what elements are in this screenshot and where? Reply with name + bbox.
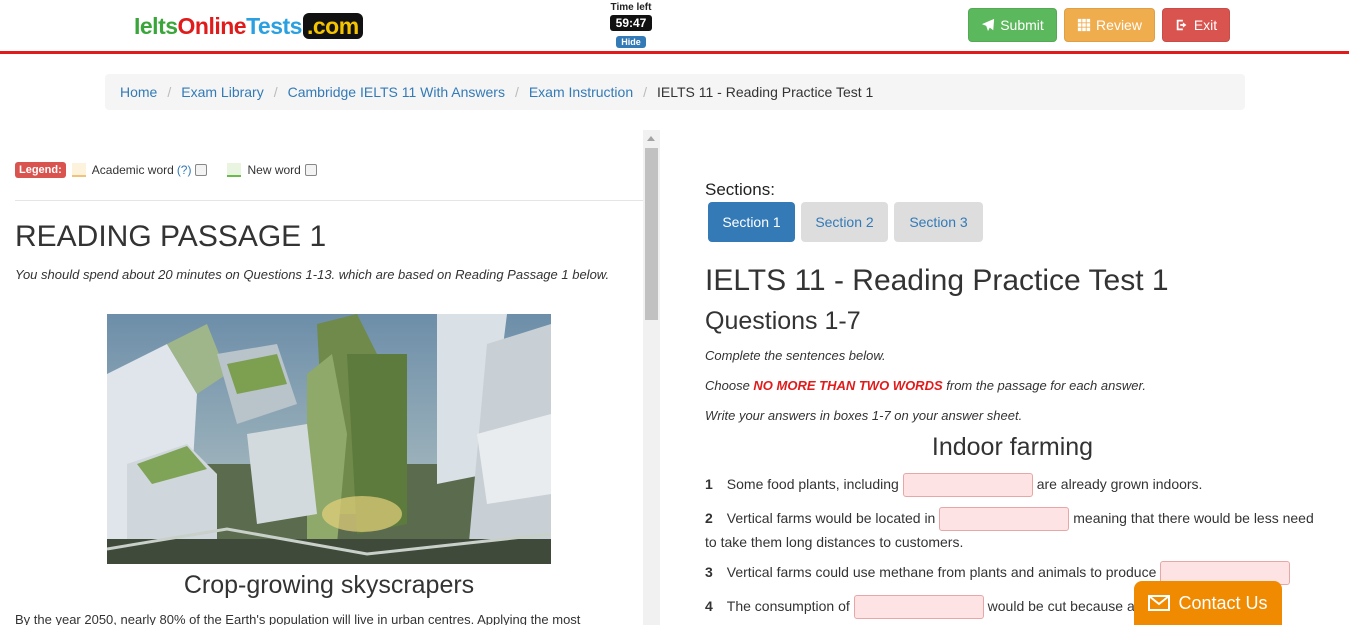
instruction-choose-post: from the passage for each answer. <box>942 378 1146 393</box>
breadcrumb-separator: / <box>273 84 278 100</box>
answer-input-4[interactable] <box>853 595 984 620</box>
instruction-write: Write your answers in boxes 1-7 on your … <box>705 408 1023 423</box>
breadcrumb-separator: / <box>643 84 647 100</box>
timer: Time left 59:47 Hide <box>608 2 654 50</box>
instruction-complete: Complete the sentences below. <box>705 348 886 363</box>
contact-us-label: Contact Us <box>1178 592 1268 613</box>
academic-word-swatch <box>71 163 86 177</box>
legend: Legend: Academic word (?) New word <box>15 162 337 178</box>
passage-intro: You should spend about 20 minutes on Que… <box>15 267 610 282</box>
passage-title: READING PASSAGE 1 <box>15 220 327 253</box>
site-logo[interactable]: IeltsOnlineTests .com <box>134 13 363 40</box>
breadcrumb-separator: / <box>167 84 172 100</box>
breadcrumb-exam-library[interactable]: Exam Library <box>181 84 263 100</box>
sections-label: Sections: <box>705 180 775 199</box>
academic-word-help-link[interactable]: (?) <box>177 163 192 177</box>
logo-part-com: .com <box>302 13 363 39</box>
question-heading: Indoor farming <box>931 433 1094 461</box>
skyscraper-illustration <box>107 314 551 564</box>
paper-plane-icon <box>982 18 995 32</box>
question-number: 4 <box>705 598 713 614</box>
breadcrumb-exam-instruction[interactable]: Exam Instruction <box>529 84 633 100</box>
scrollbar-thumb[interactable] <box>645 148 658 320</box>
legend-tag: Legend: <box>15 162 66 178</box>
logo-part-tests: Tests <box>246 13 302 39</box>
question-text: are already grown indoors. <box>1036 476 1203 492</box>
academic-word-label: Academic word <box>91 163 174 177</box>
question-text: Vertical farms could use methane from pl… <box>726 564 1157 580</box>
tab-section-1[interactable]: Section 1 <box>708 202 795 242</box>
question-number: 3 <box>705 564 713 580</box>
reading-passage-pane: Legend: Academic word (?) New word READI… <box>0 130 660 625</box>
breadcrumb-current: IELTS 11 - Reading Practice Test 1 <box>657 84 874 100</box>
exit-button[interactable]: Exit <box>1162 8 1230 42</box>
passage-body: By the year 2050, nearly 80% of the Eart… <box>15 612 581 625</box>
breadcrumb-home[interactable]: Home <box>120 84 157 100</box>
skyscraper-farm-image <box>107 314 551 564</box>
question-text: Vertical farms would be located in <box>726 510 936 526</box>
exit-label: Exit <box>1193 17 1218 33</box>
question-text: The consumption of <box>726 598 850 614</box>
question-2: 2 Vertical farms would be located in mean… <box>705 507 1325 553</box>
question-number: 2 <box>705 510 713 526</box>
question-1: 1 Some food plants, including are already… <box>705 473 1325 498</box>
divider <box>15 200 643 201</box>
academic-word-checkbox[interactable] <box>195 164 208 176</box>
questions-pane: Sections: Section 1 Section 2 Section 3 … <box>690 130 1330 625</box>
envelope-icon <box>1148 595 1171 611</box>
instruction-word-limit: NO MORE THAN TWO WORDS <box>753 378 943 393</box>
timer-value: 59:47 <box>610 15 652 31</box>
breadcrumb: Home / Exam Library / Cambridge IELTS 11… <box>105 74 1245 110</box>
review-label: Review <box>1096 17 1142 33</box>
test-title: IELTS 11 - Reading Practice Test 1 <box>705 264 1169 297</box>
passage-subtitle: Crop-growing skyscrapers <box>183 571 475 599</box>
new-word-swatch <box>227 163 242 177</box>
question-text: Some food plants, including <box>726 476 899 492</box>
answer-input-1[interactable] <box>902 473 1033 498</box>
questions-range: Questions 1-7 <box>705 307 861 335</box>
submit-label: Submit <box>1000 17 1044 33</box>
answer-input-2[interactable] <box>939 507 1070 532</box>
new-word-label: New word <box>247 163 301 177</box>
timer-label: Time left <box>610 2 652 13</box>
question-text: would be cut because a <box>987 598 1135 614</box>
logo-part-online: Online <box>177 13 247 39</box>
instruction-choose-pre: Choose <box>705 378 754 393</box>
tab-section-3[interactable]: Section 3 <box>894 202 983 242</box>
question-number: 1 <box>705 476 713 492</box>
breadcrumb-cambridge-ielts-11[interactable]: Cambridge IELTS 11 With Answers <box>288 84 505 100</box>
sign-out-icon <box>1176 19 1187 31</box>
review-button[interactable]: Review <box>1064 8 1155 42</box>
submit-button[interactable]: Submit <box>968 8 1057 42</box>
tab-section-2[interactable]: Section 2 <box>801 202 888 242</box>
passage-scrollbar[interactable] <box>643 130 660 625</box>
hide-timer-button[interactable]: Hide <box>616 36 646 48</box>
top-bar: IeltsOnlineTests .com Time left 59:47 Hid… <box>0 0 1349 54</box>
contact-us-button[interactable]: Contact Us <box>1134 581 1282 625</box>
scroll-up-icon[interactable] <box>647 136 655 141</box>
grid-icon <box>1077 18 1091 32</box>
new-word-checkbox[interactable] <box>304 164 317 176</box>
instruction-choose: Choose NO MORE THAN TWO WORDS from the p… <box>705 378 1146 393</box>
breadcrumb-separator: / <box>514 84 519 100</box>
logo-part-ielts: Ielts <box>134 13 178 39</box>
